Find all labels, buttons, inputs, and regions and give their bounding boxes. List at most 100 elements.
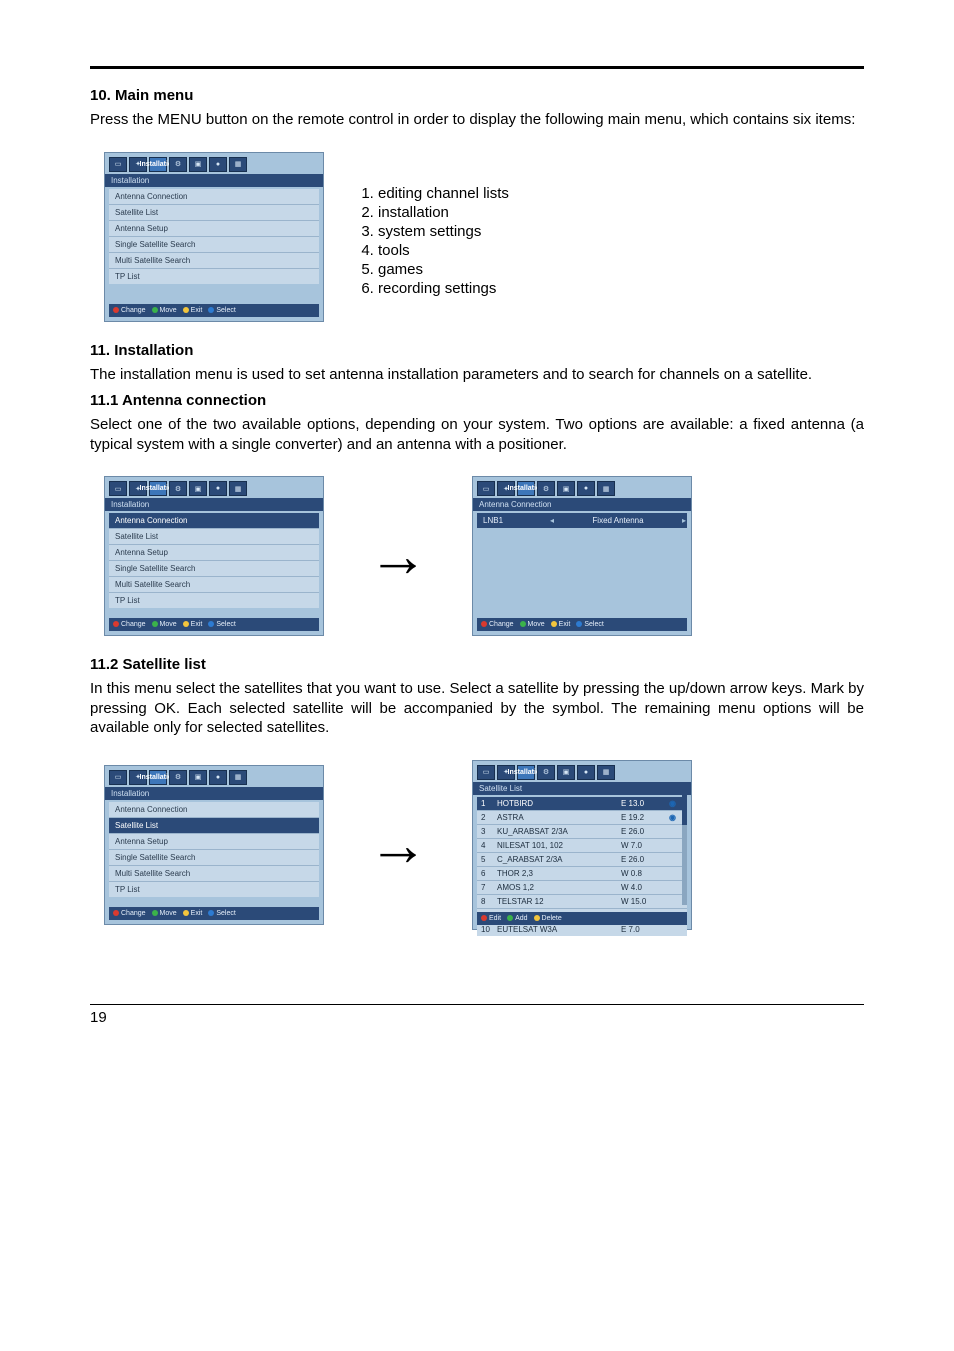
tab-icon-6: ▦: [229, 481, 247, 496]
green-dot-icon: [152, 307, 158, 313]
sat-num: 10: [481, 925, 497, 934]
red-dot-icon: [481, 621, 487, 627]
footer-change: Change: [113, 621, 146, 628]
tab-icon-6: ▦: [597, 765, 615, 780]
menu-item: TP List: [109, 592, 319, 608]
sat-name: ASTRA: [497, 813, 621, 822]
panel-footer-sat: Edit Add Delete: [477, 912, 687, 925]
sat-row: 4NILESAT 101, 102W 7.0: [477, 838, 687, 852]
menu-item: TP List: [109, 268, 319, 284]
crumb: Antenna Connection: [473, 498, 691, 511]
sat-name: THOR 2,3: [497, 869, 621, 878]
sat-num: 7: [481, 883, 497, 892]
screenshot-11-1-left: ▭ ✦ Installation ⚙ ▣ ● ▦ Installation An…: [90, 462, 338, 650]
footer-change: Change: [113, 910, 146, 917]
feature-item: tools: [378, 241, 509, 260]
panel-sat-list: ▭ ✦ Installation ⚙ ▣ ● ▦ Satellite List …: [472, 760, 692, 930]
sat-name: KU_ARABSAT 2/3A: [497, 827, 621, 836]
tab-icon-3: ⚙: [169, 157, 187, 172]
heading-11: 11. Installation: [90, 342, 864, 359]
menu-list: Antenna Connection Satellite List Antenn…: [109, 802, 319, 897]
sat-row: 8TELSTAR 12W 15.0: [477, 894, 687, 908]
feature-item: games: [378, 260, 509, 279]
arrow-icon: →: [358, 526, 438, 586]
sat-name: TELSTAR 12: [497, 897, 621, 906]
tab-icon-5: ●: [577, 765, 595, 780]
sat-num: 5: [481, 855, 497, 864]
intro-11-1: Select one of the two available options,…: [90, 415, 864, 454]
spacer: [473, 530, 691, 580]
crumb: Installation: [105, 787, 323, 800]
blue-dot-icon: [208, 621, 214, 627]
tabbar: ▭ ✦ Installation ⚙ ▣ ● ▦: [105, 153, 323, 174]
crumb: Installation: [105, 498, 323, 511]
lnb-row: LNB1 ◂ Fixed Antenna ▸: [477, 513, 687, 528]
menu-item: Antenna Connection: [109, 189, 319, 204]
tab-icon-6: ▦: [229, 770, 247, 785]
menu-list: Antenna Connection Satellite List Antenn…: [109, 513, 319, 608]
page-number: 19: [90, 1004, 864, 1026]
sat-name: EUTELSAT W3A: [497, 925, 621, 934]
sat-pos: E 26.0: [621, 855, 669, 864]
sat-mark-icon: ◉: [669, 813, 683, 822]
yellow-dot-icon: [534, 915, 540, 921]
sat-pos: W 15.0: [621, 897, 669, 906]
menu-item-hl: Satellite List: [109, 817, 319, 833]
feature-list-10: editing channel lists installation syste…: [358, 184, 509, 298]
sat-row: 3KU_ARABSAT 2/3AE 26.0: [477, 824, 687, 838]
scrollbar: [682, 791, 687, 905]
tab-icon-1: ▭: [109, 157, 127, 172]
panel-antenna-conn: ▭ ✦ Installation ⚙ ▣ ● ▦ Antenna Connect…: [472, 476, 692, 636]
tab-icon-4: ▣: [189, 481, 207, 496]
menu-item: Multi Satellite Search: [109, 576, 319, 592]
feature-item: editing channel lists: [378, 184, 509, 203]
menu-item: Antenna Setup: [109, 220, 319, 236]
footer-move: Move: [152, 621, 177, 628]
footer-move: Move: [520, 621, 545, 628]
section-10-row: ▭ ✦ Installation ⚙ ▣ ● ▦ Installation An…: [90, 138, 864, 336]
sat-num: 1: [481, 799, 497, 808]
sat-pos: E 26.0: [621, 827, 669, 836]
panel-footer: Change Move Exit Select: [109, 618, 319, 631]
footer-change: Change: [481, 621, 514, 628]
sat-pos: E 7.0: [621, 925, 669, 934]
panel-footer: Change Move Exit Select: [109, 907, 319, 920]
menu-list: Antenna Connection Satellite List Antenn…: [109, 189, 319, 284]
menu-item: Multi Satellite Search: [109, 865, 319, 881]
sat-pos: W 7.0: [621, 841, 669, 850]
sat-name: HOTBIRD: [497, 799, 621, 808]
menu-item: Antenna Setup: [109, 833, 319, 849]
crumb: Installation: [105, 174, 323, 187]
sat-num: 6: [481, 869, 497, 878]
menu-item: Antenna Setup: [109, 544, 319, 560]
sat-row: 5C_ARABSAT 2/3AE 26.0: [477, 852, 687, 866]
footer-exit: Exit: [551, 621, 571, 628]
tab-icon-5: ●: [209, 770, 227, 785]
sat-num: 3: [481, 827, 497, 836]
lnb-key: LNB1: [477, 513, 549, 528]
section-11-2-row: ▭ ✦ Installation ⚙ ▣ ● ▦ Installation An…: [90, 746, 864, 944]
sat-num: 8: [481, 897, 497, 906]
panel-footer: Change Move Exit Select: [109, 304, 319, 317]
menu-item: TP List: [109, 881, 319, 897]
footer-delete: Delete: [534, 915, 562, 922]
sat-row: 7AMOS 1,2W 4.0: [477, 880, 687, 894]
tab-icon-4: ▣: [189, 770, 207, 785]
screenshot-11-1-right: ▭ ✦ Installation ⚙ ▣ ● ▦ Antenna Connect…: [458, 462, 706, 650]
feature-item: recording settings: [378, 279, 509, 298]
tab-icon-5: ●: [209, 481, 227, 496]
tabbar: ▭ ✦ Installation ⚙ ▣ ● ▦: [105, 477, 323, 498]
crumb: Satellite List: [473, 782, 691, 795]
yellow-dot-icon: [183, 307, 189, 313]
red-dot-icon: [113, 307, 119, 313]
menu-item: Antenna Connection: [109, 802, 319, 817]
footer-select: Select: [208, 621, 235, 628]
red-dot-icon: [113, 621, 119, 627]
sat-num: 4: [481, 841, 497, 850]
footer-select: Select: [208, 307, 235, 314]
tab-icon-5: ●: [209, 157, 227, 172]
yellow-dot-icon: [183, 621, 189, 627]
tab-icon-6: ▦: [597, 481, 615, 496]
tab-icon-3: ⚙: [169, 770, 187, 785]
lnb-value: Fixed Antenna: [555, 513, 681, 528]
